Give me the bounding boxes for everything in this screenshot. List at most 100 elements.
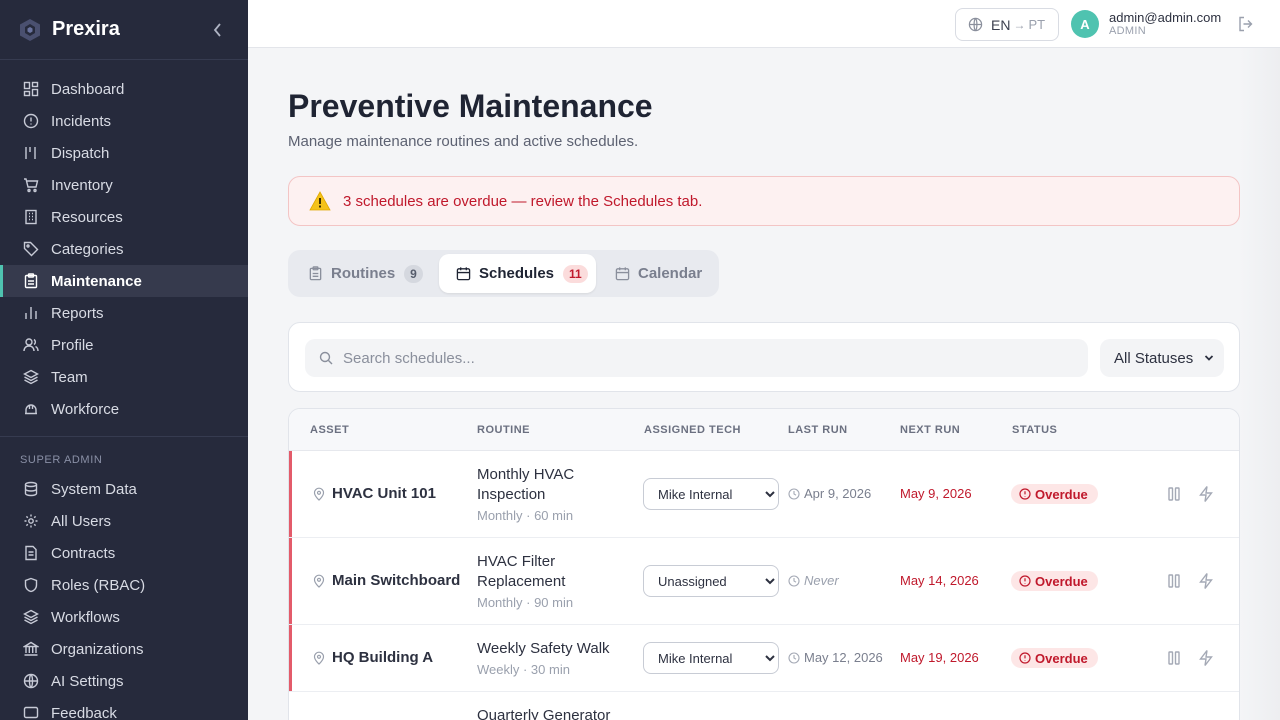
table-row[interactable]: HVAC Unit 101 Monthly HVAC Inspection Mo…: [289, 451, 1239, 538]
tab-routines[interactable]: Routines 9: [308, 254, 423, 293]
status-filter-select[interactable]: All Statuses: [1100, 339, 1224, 377]
schedules-table: ASSET ROUTINE ASSIGNED TECH LAST RUN NEX…: [288, 408, 1240, 720]
sidebar-item-categories[interactable]: Categories: [0, 233, 248, 265]
sidebar-item-label: Inventory: [51, 176, 113, 194]
gear-icon: [24, 514, 38, 528]
sidebar-item-roles[interactable]: Roles (RBAC): [0, 569, 248, 601]
status-label: Overdue: [1035, 573, 1088, 589]
app-name: Prexira: [52, 18, 120, 40]
sidebar-item-label: Contracts: [51, 544, 116, 562]
next-run-date: May 19, 2026: [900, 650, 979, 665]
sidebar-item-label: Profile: [51, 336, 94, 354]
pause-icon[interactable]: [1165, 649, 1183, 667]
tab-label: Schedules: [479, 265, 555, 282]
user-email: admin@admin.com: [1109, 10, 1222, 25]
tab-count-badge: 9: [404, 264, 423, 283]
tab-calendar[interactable]: Calendar: [615, 254, 702, 293]
tab-label: Calendar: [638, 265, 703, 282]
tab-bar: Routines 9 Schedules 11 Calendar: [288, 250, 719, 297]
language-arrow: →: [1013, 17, 1026, 32]
sidebar-nav: Dashboard Incidents Dispatch Inventory R…: [0, 60, 248, 720]
prexira-logo-icon: [20, 18, 40, 41]
table-row[interactable]: HQ Building A Weekly Safety Walk Weekly …: [289, 625, 1239, 692]
sidebar-divider: [0, 436, 248, 437]
map-pin-icon: [313, 651, 325, 665]
globe-icon: [968, 17, 983, 32]
status-badge: Overdue: [1011, 484, 1098, 504]
sidebar-item-all-users[interactable]: All Users: [0, 505, 248, 537]
sidebar-item-label: Maintenance: [51, 272, 142, 290]
chevron-down-icon: [1204, 355, 1214, 361]
sidebar-item-maintenance[interactable]: Maintenance: [0, 265, 248, 297]
alert-circle-icon: [23, 113, 39, 129]
sidebar-item-label: Reports: [51, 304, 104, 322]
last-run-cell: Apr 9, 2026: [788, 486, 871, 501]
sidebar-item-system-data[interactable]: System Data: [0, 473, 248, 505]
sidebar-item-label: Incidents: [51, 112, 112, 130]
alert-circle-icon: [1019, 488, 1031, 500]
assigned-tech-select[interactable]: Mike Internal: [643, 642, 779, 674]
sidebar-item-inventory[interactable]: Inventory: [0, 169, 248, 201]
sidebar-item-feedback[interactable]: Feedback: [0, 697, 248, 720]
routine-frequency: Weekly · 30 min: [477, 662, 570, 677]
lightning-icon[interactable]: [1197, 572, 1215, 590]
lightning-icon[interactable]: [1197, 649, 1215, 667]
pause-icon[interactable]: [1165, 485, 1183, 503]
hard-hat-icon: [25, 404, 37, 415]
map-pin-icon: [313, 574, 325, 588]
clipboard-icon: [24, 273, 38, 289]
sidebar-item-label: Feedback: [51, 704, 117, 720]
clipboard-icon: [309, 266, 322, 281]
column-header-status: STATUS: [1012, 424, 1058, 436]
shield-icon: [24, 577, 38, 593]
sidebar-item-team[interactable]: Team: [0, 361, 248, 393]
sidebar-item-contracts[interactable]: Contracts: [0, 537, 248, 569]
table-row[interactable]: Quarterly Generator: [289, 692, 1239, 720]
status-badge: Overdue: [1011, 571, 1098, 591]
search-input[interactable]: [343, 349, 1063, 367]
table-row[interactable]: Main Switchboard HVAC Filter Replacement…: [289, 538, 1239, 625]
sidebar-item-incidents[interactable]: Incidents: [0, 105, 248, 137]
layers-icon: [23, 369, 39, 385]
status-badge: Overdue: [1011, 648, 1098, 668]
sidebar-item-ai-settings[interactable]: AI Settings: [0, 665, 248, 697]
overdue-alert-banner: 3 schedules are overdue — review the Sch…: [288, 176, 1240, 226]
routine-name: Quarterly Generator: [477, 707, 611, 720]
last-run-date: Never: [804, 573, 839, 588]
assigned-tech-select[interactable]: Mike Internal: [643, 478, 779, 510]
building-icon: [25, 209, 37, 225]
asset-cell: Main Switchboard: [312, 572, 460, 589]
sidebar-item-resources[interactable]: Resources: [0, 201, 248, 233]
bar-chart-icon: [25, 307, 37, 319]
logout-icon[interactable]: [1237, 15, 1255, 33]
column-header-last-run: LAST RUN: [788, 424, 848, 436]
stack-icon: [23, 609, 39, 625]
sidebar-item-dashboard[interactable]: Dashboard: [0, 73, 248, 105]
sidebar-item-profile[interactable]: Profile: [0, 329, 248, 361]
routine-frequency: Monthly · 90 min: [477, 595, 574, 610]
search-box: [305, 339, 1088, 377]
lightning-icon[interactable]: [1197, 485, 1215, 503]
page-subtitle: Manage maintenance routines and active s…: [288, 133, 639, 150]
language-alternate: PT: [1028, 17, 1046, 32]
sidebar-item-label: All Users: [51, 512, 112, 530]
tab-label: Routines: [331, 265, 396, 282]
tab-schedules[interactable]: Schedules 11: [439, 254, 596, 293]
cart-icon: [24, 178, 39, 193]
page-title: Preventive Maintenance: [288, 88, 653, 124]
sidebar-item-label: Organizations: [51, 640, 144, 658]
sidebar-item-dispatch[interactable]: Dispatch: [0, 137, 248, 169]
brand: Prexira: [0, 0, 248, 60]
user-role: ADMIN: [1109, 25, 1146, 37]
sidebar-item-reports[interactable]: Reports: [0, 297, 248, 329]
avatar[interactable]: A: [1071, 10, 1099, 38]
sidebar-item-workflows[interactable]: Workflows: [0, 601, 248, 633]
sidebar-item-label: Workforce: [51, 400, 120, 418]
collapse-sidebar-button[interactable]: [206, 18, 230, 42]
routine-name: HVAC Filter Replacement: [477, 553, 566, 590]
pause-icon[interactable]: [1165, 572, 1183, 590]
language-switch-button[interactable]: EN → PT: [955, 8, 1059, 41]
sidebar-item-organizations[interactable]: Organizations: [0, 633, 248, 665]
assigned-tech-select[interactable]: Unassigned: [643, 565, 779, 597]
sidebar-item-workforce[interactable]: Workforce: [0, 393, 248, 425]
